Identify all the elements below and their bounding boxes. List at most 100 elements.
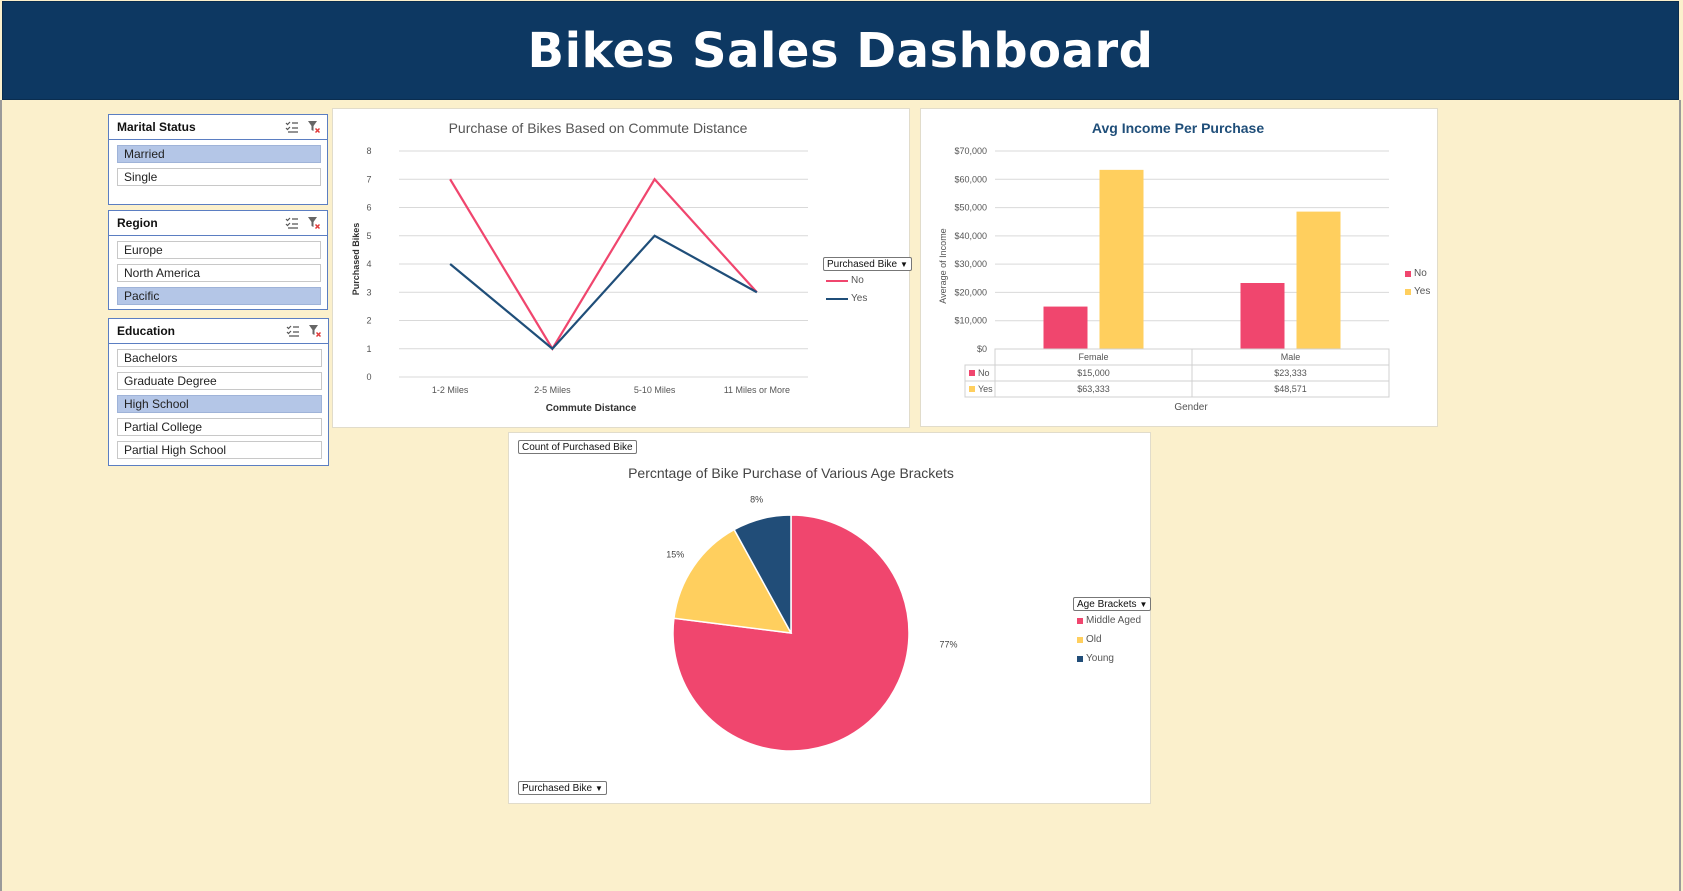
slicer-header: Education bbox=[109, 319, 328, 344]
chevron-down-icon: ▼ bbox=[1139, 600, 1148, 609]
clear-filter-icon[interactable] bbox=[307, 216, 321, 230]
pie-legend-old[interactable]: Old bbox=[1077, 634, 1102, 645]
income-chart-card[interactable]: $0 $10,000 $20,000 $30,000 $40,000 $50,000 $60… bbox=[920, 108, 1438, 427]
line-x-tick-label: 11 Miles or More bbox=[724, 385, 790, 395]
line-y-tick-label: 3 bbox=[366, 287, 371, 297]
bar-y-tick-labels: $0 $10,000 $20,000 $30,000 $40,000 $50,000 $60… bbox=[954, 146, 987, 354]
legend-label: Yes bbox=[851, 293, 868, 304]
line-y-tick-label: 7 bbox=[366, 174, 371, 184]
multi-select-icon[interactable] bbox=[285, 120, 299, 134]
clear-filter-icon[interactable] bbox=[307, 120, 321, 134]
slicer-item-graduate-degree[interactable]: Graduate Degree bbox=[117, 372, 322, 390]
line-legend-yes[interactable]: Yes bbox=[826, 293, 867, 304]
bar-data-table: Female Male No $15,000 $23,333 Yes $63,333 $48,… bbox=[964, 348, 1390, 398]
slicer-item-north-america[interactable]: North America bbox=[117, 264, 321, 282]
pie-legend-young[interactable]: Young bbox=[1077, 653, 1114, 664]
pie-legend-middle-aged[interactable]: Middle Aged bbox=[1077, 615, 1141, 626]
age-brackets-field-button[interactable]: Age Brackets ▼ bbox=[1073, 597, 1152, 611]
pie-data-label: 15% bbox=[666, 549, 684, 559]
bar-no-male[interactable] bbox=[1240, 283, 1285, 349]
slicer-title: Education bbox=[117, 324, 176, 338]
pie-chart-title: Percntage of Bike Purchase of Various Ag… bbox=[628, 465, 954, 481]
dashboard-title: Bikes Sales Dashboard bbox=[527, 22, 1154, 79]
legend-swatch bbox=[1077, 655, 1083, 662]
income-bar-chart: $0 $10,000 $20,000 $30,000 $40,000 $50,000 $60… bbox=[938, 120, 1390, 413]
bar-x-axis-title: Gender bbox=[1174, 402, 1208, 413]
legend-swatch bbox=[826, 279, 848, 282]
table-series-label: No bbox=[978, 368, 990, 378]
slicer-item-single[interactable]: Single bbox=[117, 168, 321, 186]
legend-label: Middle Aged bbox=[1086, 615, 1142, 626]
legend-swatch bbox=[1077, 636, 1083, 643]
slicer-item-pacific[interactable]: Pacific bbox=[117, 287, 321, 305]
dashboard-banner: Bikes Sales Dashboard bbox=[2, 1, 1679, 100]
table-value-cell: $63,333 bbox=[1077, 384, 1110, 394]
table-value-cell: $15,000 bbox=[1077, 368, 1110, 378]
bar-y-axis-title: Average of Income bbox=[938, 228, 948, 303]
legend-swatch bbox=[1077, 617, 1083, 624]
line-x-tick-labels: 1-2 Miles 2-5 Miles 5-10 Miles 11 Miles or … bbox=[432, 385, 790, 395]
legend-swatch bbox=[1405, 288, 1411, 295]
bar-legend-no[interactable]: No bbox=[1405, 268, 1427, 279]
slicer-region: Region Europe North America Pacific bbox=[108, 210, 328, 310]
table-legend-key bbox=[969, 370, 975, 376]
age-pie-chart: 77% 15% 8% Percntage of Bike Purchase of V… bbox=[628, 465, 958, 752]
bar-y-tick-label: $40,000 bbox=[954, 231, 987, 241]
bar-series-group bbox=[1043, 169, 1341, 349]
legend-label: No bbox=[851, 275, 864, 286]
line-x-tick-label: 5-10 Miles bbox=[634, 385, 676, 395]
purchased-bike-filter-button[interactable]: Purchased Bike ▼ bbox=[518, 781, 607, 795]
slicer-item-high-school[interactable]: High School bbox=[117, 395, 322, 413]
legend-swatch bbox=[1405, 270, 1411, 277]
chevron-down-icon: ▼ bbox=[900, 260, 908, 269]
bar-y-tick-label: $70,000 bbox=[954, 146, 987, 156]
age-pie-chart-card[interactable]: 77% 15% 8% Percntage of Bike Purchase of V… bbox=[508, 432, 1152, 804]
bar-yes-female[interactable] bbox=[1099, 169, 1144, 349]
pie-slices-group bbox=[672, 514, 910, 752]
table-legend-key bbox=[969, 386, 975, 392]
line-x-tick-label: 1-2 Miles bbox=[432, 385, 469, 395]
bar-no-female[interactable] bbox=[1043, 306, 1088, 349]
line-x-axis-title: Commute Distance bbox=[546, 403, 637, 414]
slicer-item-bachelors[interactable]: Bachelors bbox=[117, 349, 322, 367]
bar-chart-title: Avg Income Per Purchase bbox=[1092, 120, 1264, 136]
slicer-header: Region bbox=[109, 211, 327, 236]
legend-swatch bbox=[826, 297, 848, 300]
line-y-tick-label: 8 bbox=[366, 146, 371, 156]
purchased-bike-field-button[interactable]: Purchased Bike ▼ bbox=[823, 257, 912, 271]
line-y-tick-labels: 0 1 2 3 4 5 6 7 8 bbox=[366, 146, 371, 382]
line-y-tick-label: 1 bbox=[366, 344, 371, 354]
commute-chart-card[interactable]: 0 1 2 3 4 5 6 7 8 1-2 Miles 2-5 Miles 5-10 Miles 11… bbox=[332, 108, 912, 428]
slicer-marital-status: Marital Status Married Single bbox=[108, 114, 328, 205]
legend-label: Old bbox=[1086, 634, 1102, 645]
bar-y-tick-label: $0 bbox=[977, 344, 987, 354]
bar-legend-yes[interactable]: Yes bbox=[1405, 286, 1430, 297]
line-y-tick-label: 0 bbox=[366, 372, 371, 382]
multi-select-icon[interactable] bbox=[285, 216, 299, 230]
right-border bbox=[1679, 100, 1681, 891]
line-y-tick-label: 5 bbox=[366, 231, 371, 241]
count-purchased-bike-field-button[interactable]: Count of Purchased Bike bbox=[518, 440, 637, 454]
multi-select-icon[interactable] bbox=[286, 324, 300, 338]
slicer-item-partial-college[interactable]: Partial College bbox=[117, 418, 322, 436]
bar-yes-male[interactable] bbox=[1296, 211, 1341, 349]
field-button-label: Purchased Bike bbox=[827, 259, 898, 270]
bar-y-tick-label: $30,000 bbox=[954, 259, 987, 269]
field-button-label: Age Brackets bbox=[1077, 599, 1137, 610]
clear-filter-icon[interactable] bbox=[308, 324, 322, 338]
table-category-label: Male bbox=[1281, 352, 1301, 362]
bar-y-tick-label: $20,000 bbox=[954, 287, 987, 297]
slicer-item-europe[interactable]: Europe bbox=[117, 241, 321, 259]
line-legend-no[interactable]: No bbox=[826, 275, 864, 286]
left-border bbox=[0, 100, 2, 891]
table-value-cell: $48,571 bbox=[1274, 384, 1307, 394]
line-chart-title: Purchase of Bikes Based on Commute Dista… bbox=[449, 120, 748, 136]
table-series-label: Yes bbox=[978, 384, 993, 394]
slicer-item-partial-high-school[interactable]: Partial High School bbox=[117, 441, 322, 459]
field-button-label: Purchased Bike bbox=[522, 783, 593, 794]
table-value-cell: $23,333 bbox=[1274, 368, 1307, 378]
slicer-title: Region bbox=[117, 216, 158, 230]
slicer-item-married[interactable]: Married bbox=[117, 145, 321, 163]
bar-y-tick-label: $10,000 bbox=[954, 316, 987, 326]
field-button-label: Count of Purchased Bike bbox=[522, 442, 633, 453]
